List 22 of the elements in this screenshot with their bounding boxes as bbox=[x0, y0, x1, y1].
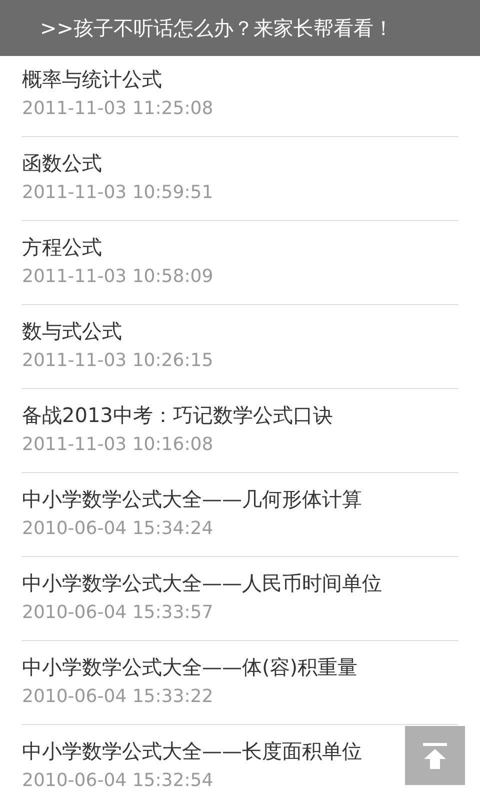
article-date: 2011-11-03 10:58:09 bbox=[22, 265, 214, 289]
article-date: 2011-11-03 10:59:51 bbox=[22, 181, 214, 205]
article-date: 2011-11-03 10:26:15 bbox=[22, 349, 214, 373]
article-title[interactable]: 中小学数学公式大全——几何形体计算 bbox=[22, 473, 362, 513]
article-date: 2011-11-03 10:16:08 bbox=[22, 433, 214, 457]
article-title[interactable]: 函数公式 bbox=[22, 137, 102, 177]
article-date: 2010-06-04 15:33:57 bbox=[22, 601, 214, 625]
article-title[interactable]: 方程公式 bbox=[22, 221, 102, 261]
article-date: 2010-06-04 15:33:22 bbox=[22, 685, 214, 709]
promo-banner[interactable]: >>孩子不听话怎么办？来家长帮看看！ bbox=[0, 0, 480, 56]
article-title[interactable]: 中小学数学公式大全——人民币时间单位 bbox=[22, 557, 382, 597]
article-title[interactable]: 中小学数学公式大全——长度面积单位 bbox=[22, 725, 362, 765]
arrow-up-icon bbox=[423, 742, 447, 768]
article-date: 2010-06-04 15:34:24 bbox=[22, 517, 214, 541]
back-to-top-button[interactable] bbox=[405, 726, 465, 785]
article-title[interactable]: 中小学数学公式大全——体(容)积重量 bbox=[22, 641, 358, 681]
banner-link[interactable]: >>孩子不听话怎么办？来家长帮看看！ bbox=[0, 14, 394, 42]
article-date: 2010-06-04 15:32:54 bbox=[22, 769, 214, 793]
article-title[interactable]: 概率与统计公式 bbox=[22, 53, 162, 93]
article-title[interactable]: 数与式公式 bbox=[22, 305, 122, 345]
article-date: 2011-11-03 11:25:08 bbox=[22, 97, 214, 121]
article-title[interactable]: 备战2013中考：巧记数学公式口诀 bbox=[22, 389, 333, 429]
